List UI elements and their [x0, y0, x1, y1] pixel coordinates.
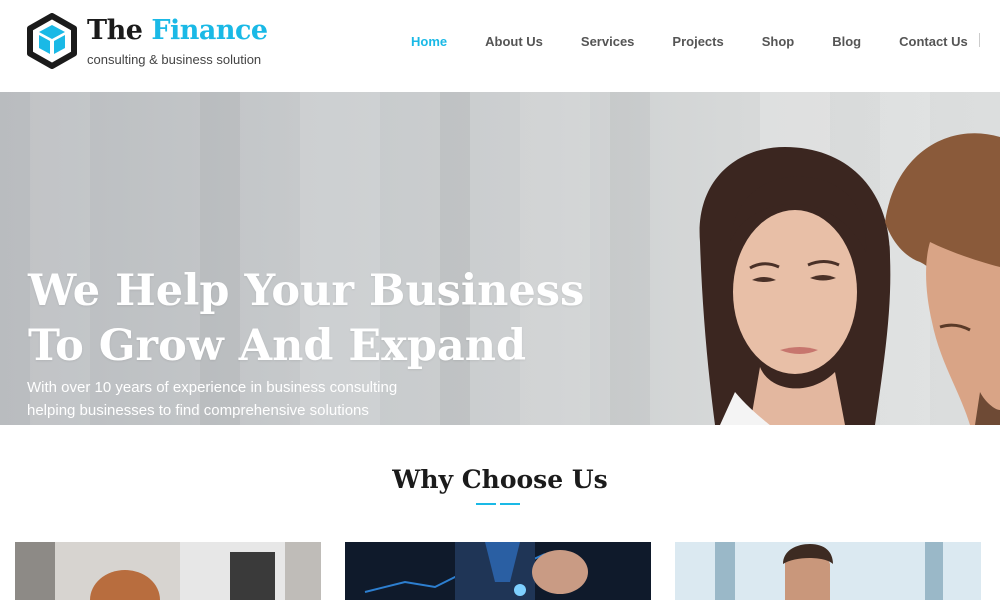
- background-stripe: [520, 92, 590, 425]
- office-woman-photo-icon: [15, 542, 321, 600]
- nav-item-home[interactable]: Home: [392, 34, 466, 49]
- businessman-portrait-photo-icon: [675, 542, 981, 600]
- nav-item-blog[interactable]: Blog: [813, 34, 880, 49]
- nav-item-services[interactable]: Services: [562, 34, 654, 49]
- feature-card-1[interactable]: [15, 542, 321, 600]
- hexagon-cube-logo-icon: [27, 13, 77, 69]
- hero-subtitle-line2: helping businesses to find comprehensive…: [27, 402, 369, 419]
- nav-item-about-us[interactable]: About Us: [466, 34, 562, 49]
- title-underline-left: [476, 503, 496, 505]
- brand-logo[interactable]: The Finance consulting & business soluti…: [26, 13, 286, 73]
- site-header: The Finance consulting & business soluti…: [0, 0, 1000, 92]
- brand-name-part2: Finance: [151, 15, 268, 46]
- title-underline-right: [500, 503, 520, 505]
- hero-title-line2: To Grow And Expand: [28, 321, 527, 371]
- brand-tagline: consulting & business solution: [87, 52, 262, 67]
- background-stripe: [440, 92, 470, 425]
- hero-people-photo: [699, 133, 1000, 425]
- hero-subtitle-line1: With over 10 years of experience in busi…: [27, 379, 398, 396]
- brand-name: The Finance: [87, 15, 268, 46]
- feature-card-2[interactable]: [345, 542, 651, 600]
- brand-name-part1: The: [87, 15, 143, 46]
- feature-card-3[interactable]: [675, 542, 981, 600]
- main-nav: Home About Us Services Projects Shop Blo…: [392, 0, 987, 82]
- hero-subtitle: With over 10 years of experience in busi…: [27, 376, 397, 422]
- hero-title-line1: We Help Your Business: [28, 266, 585, 316]
- nav-item-contact-us[interactable]: Contact Us: [880, 34, 987, 49]
- hero-slider: We Help Your Business To Grow And Expand…: [0, 92, 1000, 425]
- nav-item-shop[interactable]: Shop: [743, 34, 814, 49]
- nav-item-projects[interactable]: Projects: [653, 34, 742, 49]
- business-chart-photo-icon: [345, 542, 651, 600]
- nav-divider: [979, 33, 980, 47]
- hero-title: We Help Your Business To Grow And Expand: [28, 264, 584, 374]
- section-title-why-choose-us: Why Choose Us: [392, 465, 608, 494]
